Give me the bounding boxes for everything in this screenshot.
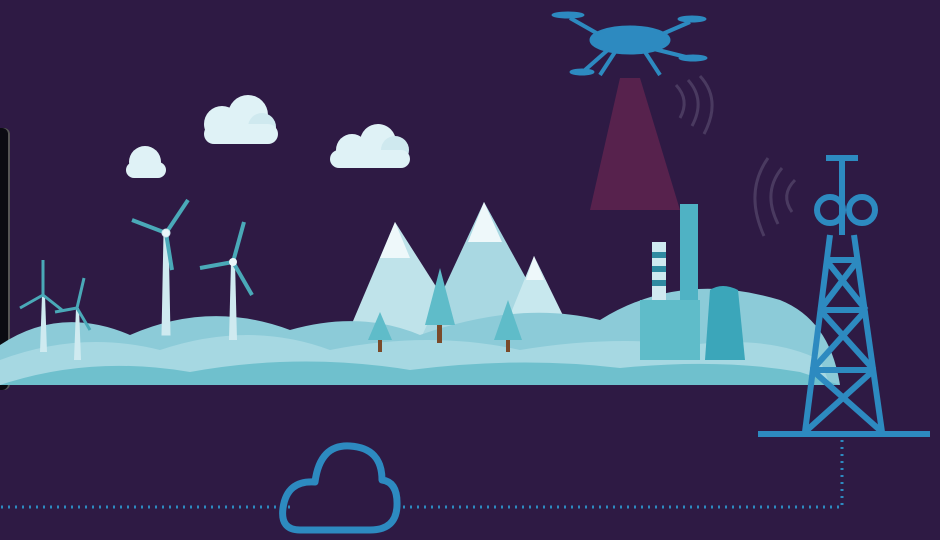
factory-icon xyxy=(640,204,745,360)
cloud-icon xyxy=(330,124,410,168)
cloud-icon xyxy=(126,146,166,178)
cloud-icon xyxy=(204,95,278,144)
dotted-connection-line xyxy=(0,440,844,509)
signal-waves-icon xyxy=(674,74,714,135)
radio-tower-icon xyxy=(758,155,930,437)
drone-icon xyxy=(551,11,708,77)
signal-waves-icon xyxy=(753,157,797,237)
iot-landscape-illustration xyxy=(0,11,930,534)
drone-beam xyxy=(590,78,680,210)
wind-turbine-icon xyxy=(131,198,190,336)
cloud-outline-icon xyxy=(279,442,401,534)
